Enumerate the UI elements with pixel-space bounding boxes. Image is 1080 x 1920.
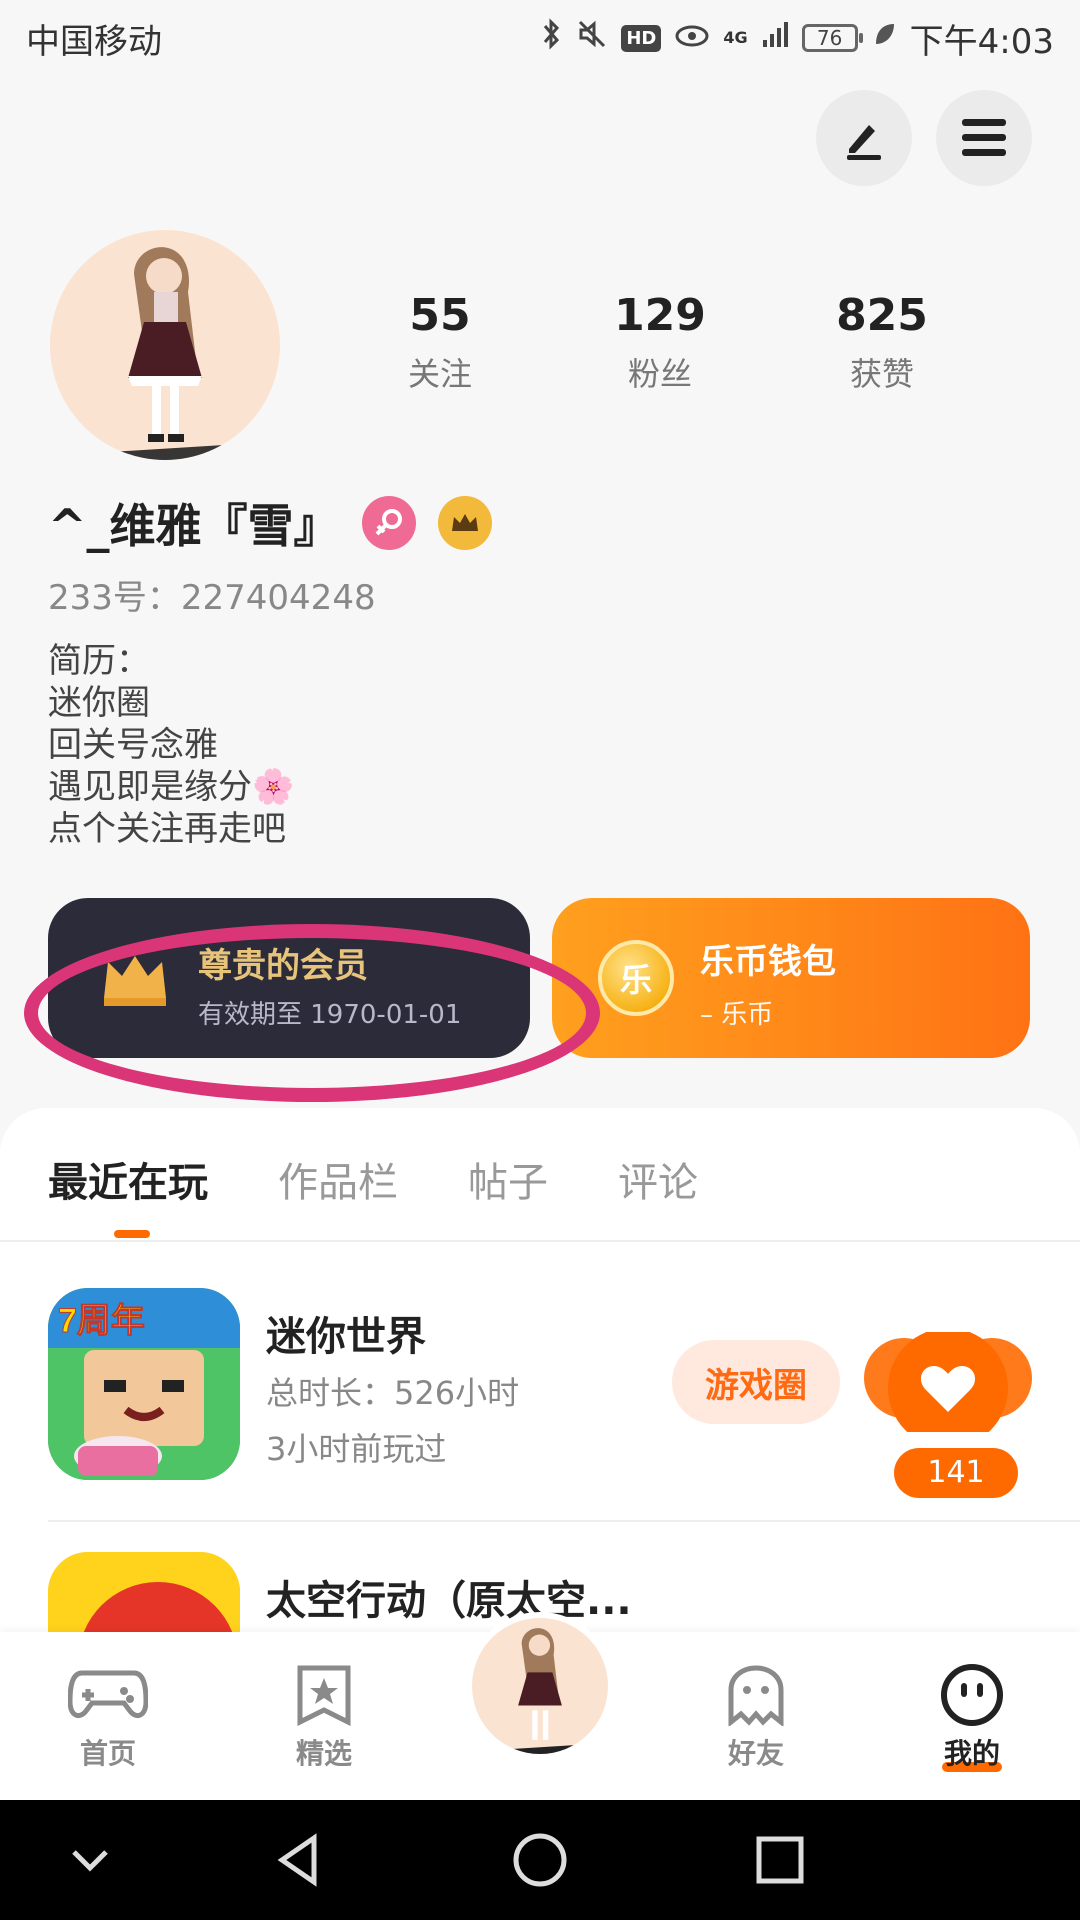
- nav-item-me[interactable]: 我的: [902, 1660, 1042, 1772]
- face-icon: [932, 1660, 1012, 1730]
- battery-indicator: 76: [801, 24, 863, 52]
- bio-line: 遇见即是缘分: [48, 767, 252, 807]
- coin-icon: 乐: [598, 940, 674, 1016]
- network-type: 4G: [723, 28, 748, 47]
- tab-comments[interactable]: 评论: [618, 1150, 698, 1208]
- nav-item-friends[interactable]: 好友: [686, 1660, 826, 1772]
- nav-label: 精选: [295, 1737, 352, 1770]
- game-icon-badge: 7周年: [58, 1302, 145, 1340]
- tab-divider: [0, 1240, 1080, 1242]
- wallet-card[interactable]: 乐 乐币钱包 – 乐币: [552, 898, 1030, 1058]
- bio-line-with-emoji: 遇见即是缘分🌸: [48, 766, 294, 808]
- bio-line: 回关号念雅: [48, 725, 218, 765]
- clock: 下午4:03: [909, 21, 1054, 62]
- like-count: 141: [894, 1448, 1018, 1498]
- game-last-played: 3小时前玩过: [266, 1430, 447, 1468]
- following-label: 关注: [407, 355, 472, 393]
- edit-profile-button[interactable]: [816, 90, 912, 186]
- ghost-icon: [716, 1660, 796, 1730]
- recents-icon[interactable]: [750, 1830, 810, 1890]
- nav-label: 首页: [79, 1737, 136, 1770]
- wallet-title: 乐币钱包: [700, 942, 836, 982]
- followers-stat[interactable]: 129 粉丝: [580, 290, 740, 395]
- bio-block: 简历： 迷你圈 回关号念雅 遇见即是缘分🌸 点个关注再走吧: [48, 640, 294, 850]
- system-nav-bar: [0, 1800, 1080, 1920]
- eye-icon: [675, 21, 709, 56]
- game-playtime: 总时长：526小时: [266, 1374, 520, 1412]
- status-bar: 中国移动 HD 4G 76 下午4:03: [0, 0, 1080, 76]
- bluetooth-icon: [539, 18, 563, 58]
- username: ^_维雅『雪』: [48, 499, 340, 553]
- active-tab-indicator: [114, 1230, 150, 1238]
- username-row: ^_维雅『雪』: [48, 490, 492, 556]
- followers-count: 129: [614, 290, 706, 341]
- avatar-character-illustration: [507, 1628, 585, 1754]
- game-icon-mini-world[interactable]: 7周年: [48, 1288, 240, 1480]
- game-circle-button[interactable]: 游戏圈: [672, 1340, 840, 1424]
- status-icons: HD 4G 76 下午4:03: [539, 14, 1054, 63]
- heart-like-button[interactable]: [864, 1332, 1032, 1432]
- bio-line: 点个关注再走吧: [48, 809, 286, 849]
- crown-icon: [437, 496, 492, 550]
- carrier-label: 中国移动: [26, 21, 162, 62]
- row-divider: [48, 1520, 1080, 1522]
- member-title: 尊贵的会员: [198, 946, 368, 986]
- center-avatar-button[interactable]: [466, 1612, 614, 1760]
- tab-recently-played[interactable]: 最近在玩: [48, 1150, 208, 1208]
- tab-posts[interactable]: 帖子: [468, 1150, 548, 1208]
- bio-line: 简历：: [48, 641, 150, 681]
- leaf-icon: [872, 20, 896, 56]
- nav-item-home[interactable]: 首页: [38, 1660, 178, 1772]
- following-count: 55: [409, 290, 471, 341]
- likes-label: 获赞: [849, 355, 914, 393]
- bio-line: 迷你圈: [48, 683, 150, 723]
- nav-item-featured[interactable]: 精选: [254, 1660, 394, 1772]
- menu-button[interactable]: [936, 90, 1032, 186]
- game-name[interactable]: 太空行动（原太空...: [266, 1568, 632, 1626]
- wallet-balance: – 乐币: [700, 1000, 774, 1030]
- hd-badge: HD: [621, 24, 662, 52]
- avatar-character-illustration: [110, 247, 240, 460]
- likes-stat[interactable]: 825 获赞: [802, 290, 962, 395]
- back-icon[interactable]: [270, 1830, 330, 1890]
- signal-icon: [762, 20, 788, 56]
- gamepad-icon: [68, 1660, 148, 1730]
- profile-tabs: 最近在玩 作品栏 帖子 评论: [48, 1150, 698, 1208]
- likes-count: 825: [836, 290, 928, 341]
- profile-avatar[interactable]: [50, 230, 280, 460]
- member-validity: 有效期至 1970-01-01: [198, 1000, 462, 1030]
- user-id: 233号：227404248: [48, 578, 376, 618]
- home-icon[interactable]: [510, 1830, 570, 1890]
- nav-label: 好友: [727, 1737, 784, 1770]
- member-crown-icon: [104, 956, 166, 1006]
- game-row[interactable]: 7周年 迷你世界 总时长：526小时 3小时前玩过 游戏圈 141: [0, 1288, 1080, 1518]
- star-bookmark-icon: [284, 1660, 364, 1730]
- bottom-nav: 首页 精选 好友 我的: [0, 1612, 1080, 1800]
- chevron-down-icon[interactable]: [60, 1830, 120, 1890]
- cherry-blossom-icon: 🌸: [252, 767, 295, 807]
- following-stat[interactable]: 55 关注: [360, 290, 520, 395]
- nav-label: 我的: [943, 1737, 1000, 1770]
- member-card[interactable]: 尊贵的会员 有效期至 1970-01-01: [48, 898, 530, 1058]
- tab-works[interactable]: 作品栏: [278, 1150, 398, 1208]
- female-gender-icon: [361, 496, 416, 550]
- followers-label: 粉丝: [627, 355, 692, 393]
- hamburger-icon: [962, 119, 1006, 156]
- pencil-icon: [847, 125, 881, 160]
- mute-icon: [577, 19, 607, 57]
- game-name[interactable]: 迷你世界: [266, 1304, 426, 1362]
